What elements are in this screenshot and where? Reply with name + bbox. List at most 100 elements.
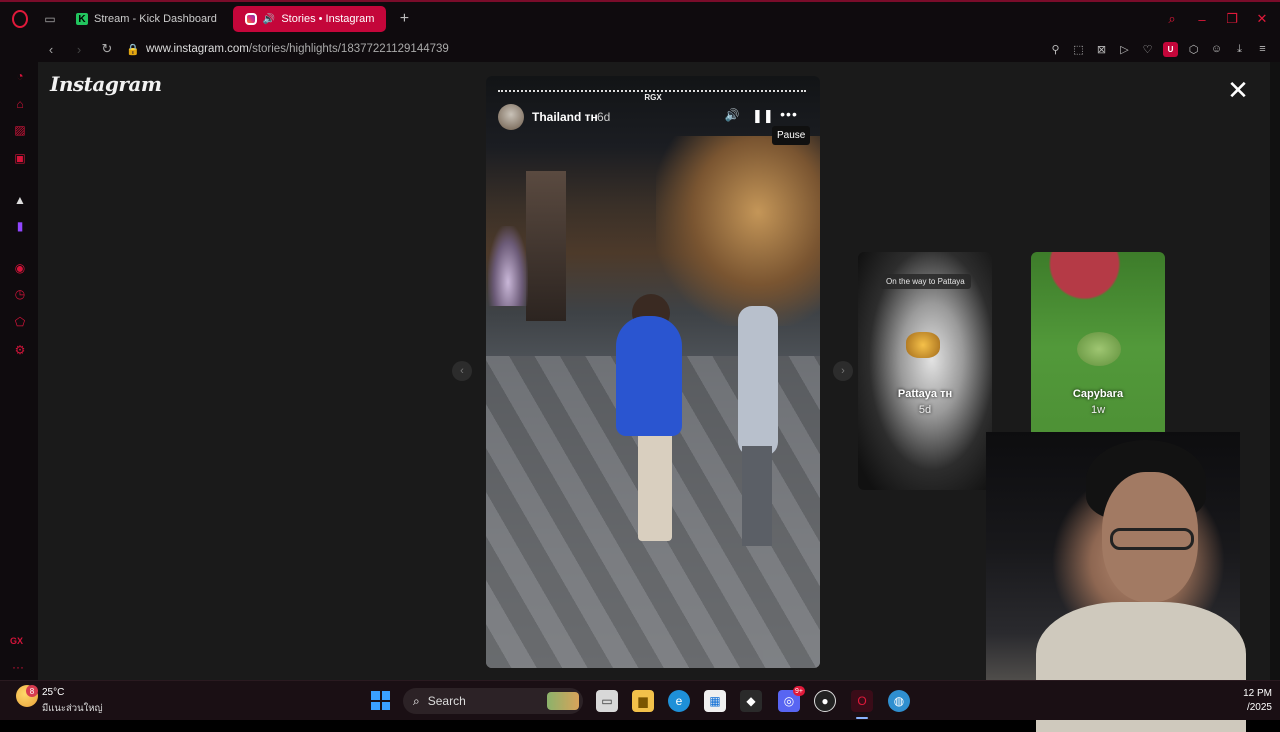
obs-icon[interactable]: ● <box>814 690 836 712</box>
highlight-age: 1w <box>1090 404 1106 416</box>
highlight-title: Capybara <box>1072 388 1124 400</box>
clock-date: /2025 <box>1246 702 1272 713</box>
tab-instagram-stories[interactable]: 🔊 Stories • Instagram <box>232 6 387 32</box>
avatar[interactable] <box>498 104 524 130</box>
messenger-icon[interactable]: ▣ <box>12 150 28 166</box>
address-bar: ‹ › ↻ 🔒 www.instagram.com/stories/highli… <box>0 36 1280 62</box>
globe-app-icon[interactable]: ◍ <box>888 690 910 712</box>
extensions-sidebar-icon[interactable]: ⬠ <box>12 314 28 330</box>
tab-bar: ▭ K Stream - Kick Dashboard 🔊 Stories • … <box>0 0 1280 36</box>
more-icon[interactable]: ··· <box>12 660 24 674</box>
discord-badge: 9+ <box>793 686 805 696</box>
window-controls: ⌕ – ❐ ✕ <box>1164 11 1280 27</box>
highlight-age: 5d <box>918 404 932 416</box>
windows-start-icon[interactable] <box>371 691 390 710</box>
story-caption: On the way to Pattaya <box>880 274 971 289</box>
taskbar-clock[interactable]: 12 PM /2025 <box>1232 687 1272 715</box>
snapshot-icon[interactable]: ⬚ <box>1071 42 1086 57</box>
app-cube-icon[interactable]: ◆ <box>740 690 762 712</box>
twitch-icon[interactable]: ▮ <box>12 218 28 234</box>
active-app-indicator <box>856 717 868 719</box>
search-icon: ⌕ <box>413 693 420 708</box>
store-icon[interactable]: ▦ <box>704 690 726 712</box>
tab-islands-icon[interactable]: ▭ <box>40 9 60 29</box>
instagram-logo[interactable]: Instagram <box>50 72 162 96</box>
scrollbar[interactable] <box>1270 62 1280 680</box>
opera-logo-icon <box>12 10 28 28</box>
instagram-icon <box>244 13 257 25</box>
menu-icon[interactable]: ≡ <box>1255 42 1270 57</box>
search-label: Search <box>427 694 466 708</box>
weather-badge: 8 <box>26 685 38 697</box>
shield-extension-icon[interactable]: U <box>1163 41 1178 57</box>
kick-icon: K <box>76 13 88 25</box>
previous-story-arrow-icon[interactable]: ‹ <box>452 361 472 381</box>
settings-icon[interactable]: ⚙ <box>12 342 28 358</box>
volume-icon[interactable]: 🔊 <box>724 108 740 124</box>
webcam-person <box>1110 528 1194 550</box>
pin-icon[interactable]: ⚲ <box>1048 42 1063 57</box>
history-icon[interactable]: ◷ <box>12 286 28 302</box>
gx-logo-icon: GX <box>10 636 24 646</box>
close-icon[interactable]: ✕ <box>1226 77 1250 103</box>
clock-time: 12 PM <box>1243 688 1272 699</box>
file-explorer-icon[interactable]: ▆ <box>632 690 654 712</box>
new-tab-button[interactable]: + <box>392 7 416 31</box>
sidebar: ◔ ⌂ ▨ ▣ ▲ ▮ ◉ ◷ ⬠ ⚙ GX ··· <box>0 62 38 680</box>
highlight-title: Pattaya ᴛʜ <box>897 388 953 400</box>
tab-label: Stories • Instagram <box>281 13 375 25</box>
weather-location[interactable]: มีแนะส่วนใหญ่ <box>42 701 103 716</box>
tab-label: Stream - Kick Dashboard <box>94 13 217 25</box>
story-scene <box>656 136 820 326</box>
story-top-label: RGX <box>644 93 662 102</box>
blocker-icon[interactable]: ⊠ <box>1094 42 1109 57</box>
restore-icon[interactable]: ❐ <box>1224 11 1240 27</box>
story-viewer[interactable]: RGX Thailand ᴛʜ 6d 🔊 ❚❚ ••• <box>486 76 820 668</box>
pause-tooltip: Pause <box>772 126 811 145</box>
gx-corner-icon[interactable]: ⌂ <box>12 96 28 112</box>
story-age: 6d <box>597 110 611 124</box>
opera-menu-button[interactable] <box>0 2 40 36</box>
task-view-icon[interactable]: ▭ <box>596 690 618 712</box>
tab-kick-dashboard[interactable]: K Stream - Kick Dashboard <box>64 6 229 32</box>
pause-icon[interactable]: ❚❚ <box>752 108 774 124</box>
gx-control-icon[interactable]: ◔ <box>12 68 28 84</box>
url-field[interactable]: www.instagram.com/stories/highlights/183… <box>146 43 449 55</box>
url-domain: www.instagram.com <box>146 43 249 55</box>
speaker-icon[interactable]: 🔊 <box>263 14 275 25</box>
story-username[interactable]: Thailand ᴛʜ <box>532 110 598 124</box>
extensions-icon[interactable]: ⬡ <box>1186 42 1201 57</box>
highlight-card-pattaya[interactable]: On the way to Pattaya Pattaya ᴛʜ 5d <box>858 252 992 490</box>
windows-taskbar: 8 25°C มีแนะส่วนใหญ่ ⌕ Search ▭ ▆ e ▦ ◆ … <box>0 680 1280 720</box>
edge-icon[interactable]: e <box>668 690 690 712</box>
close-window-icon[interactable]: ✕ <box>1254 11 1270 27</box>
player-icon[interactable]: ▷ <box>1117 42 1132 57</box>
heart-icon[interactable]: ♡ <box>1140 42 1155 57</box>
story-scene <box>616 316 682 436</box>
lock-icon[interactable]: 🔒 <box>126 43 140 56</box>
weather-temperature[interactable]: 25°C <box>42 687 64 698</box>
aria-icon[interactable]: ▲ <box>12 192 28 208</box>
minimize-icon[interactable]: – <box>1194 12 1210 27</box>
url-path: /stories/highlights/18377221129144739 <box>248 43 449 55</box>
cleaner-icon[interactable]: ▨ <box>12 122 28 138</box>
search-tabs-icon[interactable]: ⌕ <box>1164 11 1180 27</box>
highlight-thumbnail <box>906 332 940 358</box>
profile-icon[interactable]: ☺ <box>1209 42 1224 57</box>
highlight-thumbnail <box>1077 332 1121 366</box>
player-sidebar-icon[interactable]: ◉ <box>12 260 28 276</box>
taskbar-search[interactable]: ⌕ Search <box>403 688 583 714</box>
more-options-icon[interactable]: ••• <box>778 106 800 122</box>
back-icon[interactable]: ‹ <box>40 38 62 60</box>
reload-icon[interactable]: ↻ <box>96 38 118 60</box>
webcam-overlay <box>986 432 1246 732</box>
download-icon[interactable]: ⤓ <box>1232 42 1247 57</box>
next-story-arrow-icon[interactable]: › <box>833 361 853 381</box>
story-scene <box>526 171 566 321</box>
story-scene <box>638 431 672 541</box>
discord-icon[interactable]: ◎ 9+ <box>778 686 805 712</box>
story-scene <box>742 446 772 546</box>
story-progress-bar <box>498 90 806 92</box>
forward-icon[interactable]: › <box>68 38 90 60</box>
opera-gx-taskbar-icon[interactable]: O <box>851 690 873 712</box>
